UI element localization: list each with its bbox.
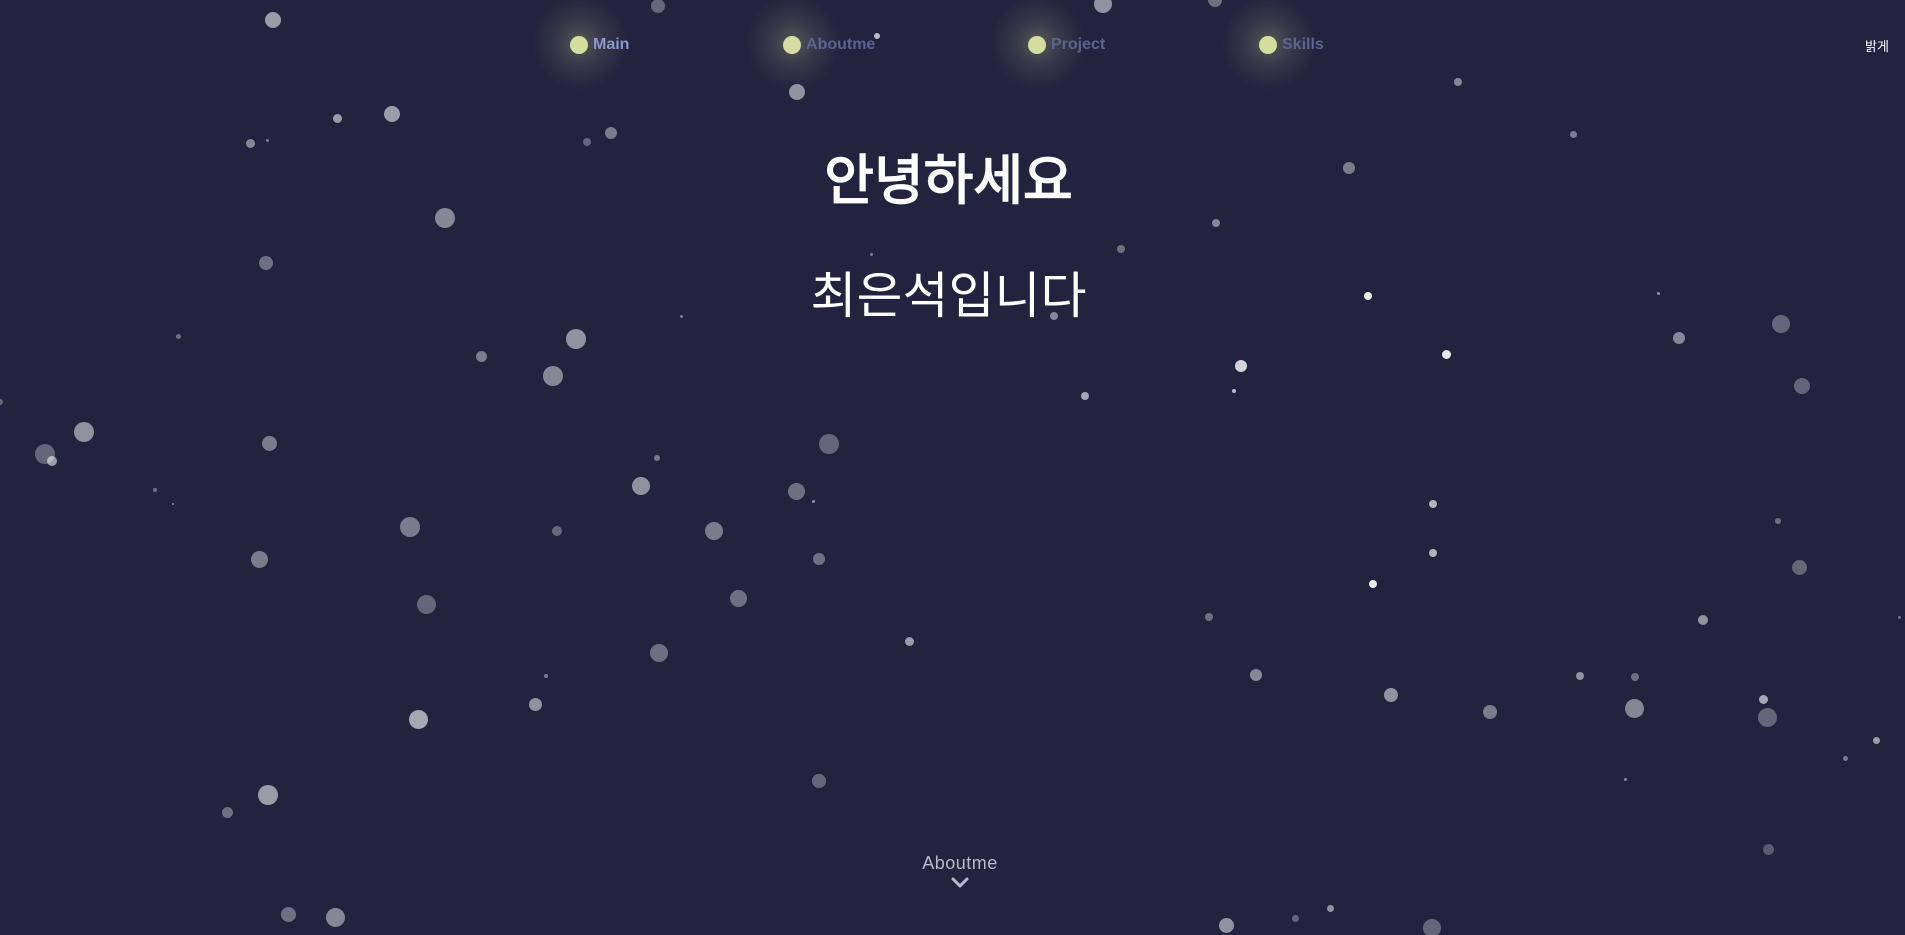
snowflake bbox=[416, 594, 436, 614]
snowflake bbox=[1576, 672, 1584, 680]
snowflake bbox=[1369, 580, 1377, 588]
snowflake bbox=[250, 550, 268, 568]
snowflake bbox=[1081, 392, 1089, 400]
snowflake bbox=[1205, 613, 1213, 621]
snowflake bbox=[153, 488, 157, 492]
snowflake bbox=[654, 455, 660, 461]
snowflake bbox=[1673, 332, 1685, 344]
snowflake bbox=[566, 329, 586, 349]
snowflake bbox=[1117, 245, 1125, 253]
snowflake bbox=[1384, 688, 1398, 702]
snowflake bbox=[1794, 378, 1810, 394]
snowflake bbox=[813, 553, 825, 565]
theme-toggle-button[interactable]: 밝게 bbox=[1865, 36, 1889, 55]
snowflake bbox=[787, 482, 805, 500]
snowflake bbox=[1842, 755, 1848, 761]
snowflake bbox=[1218, 917, 1234, 933]
snowflake bbox=[1483, 705, 1497, 719]
snowflake bbox=[47, 456, 57, 466]
snowflake bbox=[1872, 736, 1880, 744]
snowflake bbox=[650, 644, 668, 662]
nav-item-label: Aboutme bbox=[806, 36, 876, 53]
snowflake bbox=[811, 499, 815, 503]
snowflake bbox=[74, 422, 94, 442]
snowflake bbox=[0, 399, 3, 405]
snowflake bbox=[1429, 549, 1437, 557]
nav-item-label: Main bbox=[593, 36, 630, 53]
snowflake bbox=[172, 503, 174, 505]
snowflake bbox=[175, 333, 181, 339]
nav-item-skills[interactable]: Skills bbox=[1221, 0, 1324, 91]
chevron-down-icon bbox=[951, 877, 969, 888]
hero-name-line: 최은석입니다 bbox=[810, 267, 1087, 325]
scroll-to-aboutme-link[interactable]: Aboutme bbox=[900, 853, 1020, 890]
snowflake bbox=[543, 366, 563, 386]
bulb-icon bbox=[783, 36, 801, 54]
snowflake bbox=[1791, 559, 1807, 575]
snowflake bbox=[1250, 669, 1262, 681]
nav-item-aboutme[interactable]: Aboutme bbox=[745, 0, 876, 91]
snowflake bbox=[632, 477, 650, 495]
snowflake bbox=[1232, 389, 1236, 393]
snowflake bbox=[475, 350, 487, 362]
snowflake bbox=[258, 785, 278, 805]
snowflake bbox=[729, 589, 747, 607]
snowflake bbox=[1762, 843, 1774, 855]
snowflake bbox=[1423, 919, 1441, 935]
nav-item-label: Project bbox=[1051, 36, 1106, 53]
snowflake bbox=[1429, 500, 1437, 508]
snowflake bbox=[705, 522, 723, 540]
snowflake bbox=[1326, 904, 1334, 912]
snowflake bbox=[1624, 698, 1644, 718]
snowflake bbox=[332, 113, 342, 123]
snowflake bbox=[528, 697, 542, 711]
snowflake bbox=[1775, 518, 1781, 524]
snowflake bbox=[819, 434, 839, 454]
nav-item-project[interactable]: Project bbox=[990, 0, 1106, 91]
nav-item-main[interactable]: Main bbox=[532, 0, 630, 91]
bulb-icon bbox=[1028, 36, 1046, 54]
snowflake bbox=[400, 517, 420, 537]
top-navigation: Main Aboutme Project Skills 밝게 bbox=[0, 0, 1905, 92]
nav-item-label: Skills bbox=[1282, 36, 1324, 53]
snowflake bbox=[812, 774, 826, 788]
snowflake bbox=[1757, 707, 1777, 727]
snowflake bbox=[221, 806, 233, 818]
snowflake bbox=[1623, 777, 1627, 781]
snowflake bbox=[261, 435, 277, 451]
snowflake bbox=[1758, 694, 1768, 704]
snowflake bbox=[544, 674, 548, 678]
bulb-icon bbox=[1259, 36, 1277, 54]
page-background: Main Aboutme Project Skills 밝게 안녕하세요 최은석… bbox=[0, 0, 1905, 935]
snowflake bbox=[552, 526, 562, 536]
snowflake bbox=[1631, 673, 1639, 681]
snowflake bbox=[1897, 615, 1901, 619]
snowflake bbox=[1291, 914, 1299, 922]
bulb-icon bbox=[570, 36, 588, 54]
snowflake bbox=[1235, 360, 1247, 372]
snowflake bbox=[1212, 219, 1220, 227]
hero-greeting: 안녕하세요 bbox=[824, 149, 1073, 212]
snowflake bbox=[384, 106, 400, 122]
scroll-hint-label: Aboutme bbox=[922, 853, 998, 873]
snowflake bbox=[408, 709, 428, 729]
snowflake bbox=[1441, 349, 1451, 359]
snowflake bbox=[280, 906, 296, 922]
snowflake bbox=[1698, 615, 1708, 625]
snowflake bbox=[904, 636, 914, 646]
snowflake bbox=[325, 907, 345, 927]
